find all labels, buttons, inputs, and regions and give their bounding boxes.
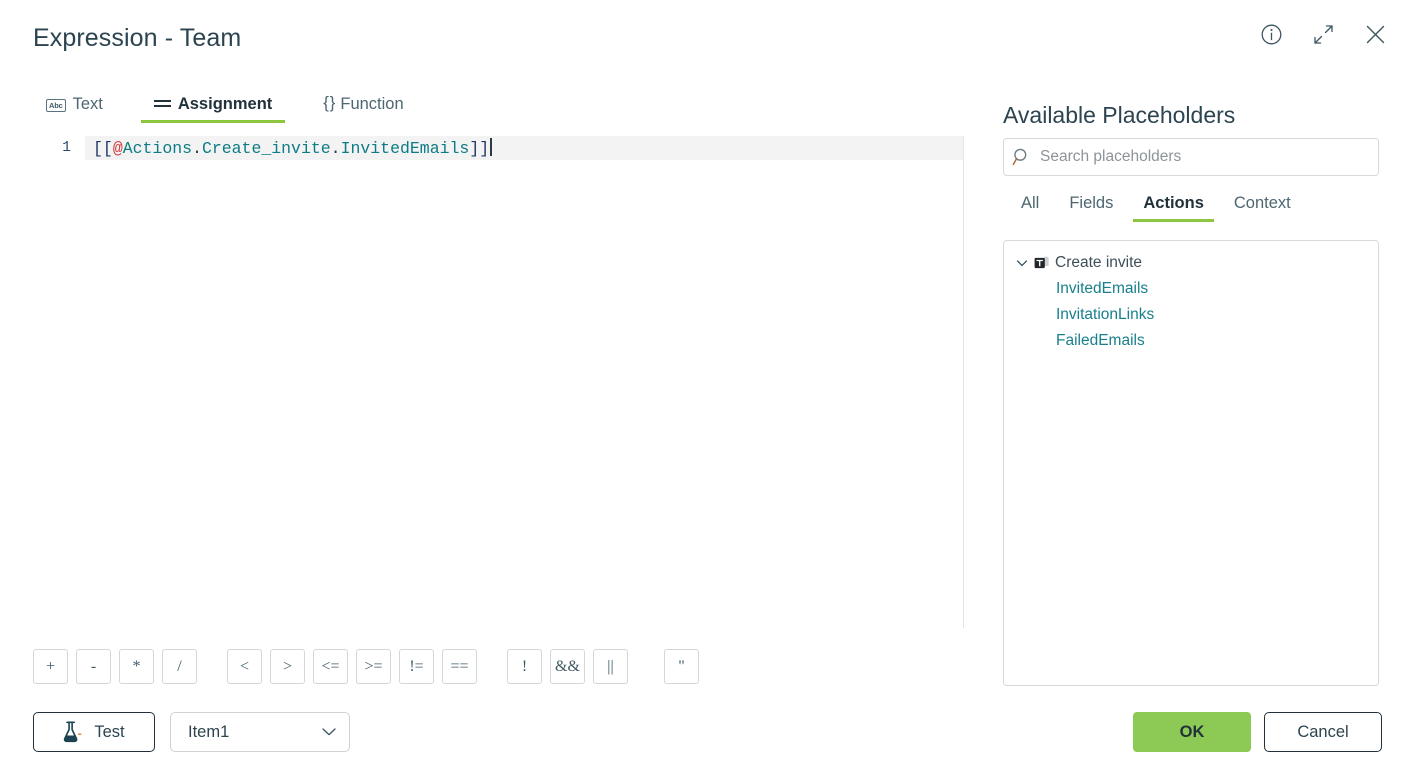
placeholder-search-box[interactable] [1003, 138, 1379, 176]
test-item-select[interactable]: Item1 [170, 712, 350, 752]
test-button[interactable]: Test [33, 712, 155, 752]
placeholder-tree: Create invite InvitedEmails InvitationLi… [1003, 240, 1379, 686]
close-icon[interactable] [1359, 18, 1391, 50]
tree-node-create-invite[interactable]: Create invite [1004, 250, 1378, 276]
dialog-footer-buttons: OK Cancel [1133, 712, 1382, 752]
operator-quote-button[interactable]: " [664, 649, 699, 684]
line-number: 1 [62, 140, 71, 156]
test-button-label: Test [94, 722, 125, 741]
expression-dialog: Expression - Team Abc Text Assignment {… [0, 0, 1411, 774]
operator-group-logical: ! && || [507, 649, 628, 684]
operator-not-button[interactable]: ! [507, 649, 542, 684]
test-controls: Test Item1 [33, 712, 350, 752]
tab-text-label: Text [72, 95, 103, 113]
ok-button[interactable]: OK [1133, 712, 1251, 752]
token-invited-emails: InvitedEmails [340, 139, 470, 158]
operator-or-button[interactable]: || [593, 649, 628, 684]
tab-function[interactable]: { } Function [310, 93, 416, 123]
token-create-invite: Create_invite [201, 139, 331, 158]
tab-actions[interactable]: Actions [1128, 194, 1219, 222]
operator-group-arithmetic: + - * / [33, 649, 197, 684]
operator-not-equal-button[interactable]: != [399, 649, 434, 684]
operator-less-equal-button[interactable]: <= [313, 649, 348, 684]
operator-minus-button[interactable]: - [76, 649, 111, 684]
search-input[interactable] [1040, 148, 1378, 166]
operator-multiply-button[interactable]: * [119, 649, 154, 684]
token-actions: Actions [122, 139, 193, 158]
code-expression: [[@Actions.Create_invite.InvitedEmails]] [93, 138, 492, 158]
tab-fields[interactable]: Fields [1054, 194, 1128, 222]
tab-all[interactable]: All [1003, 194, 1054, 222]
tab-function-label: Function [340, 94, 404, 113]
placeholders-title: Available Placeholders [1003, 102, 1236, 128]
info-icon[interactable] [1255, 18, 1287, 50]
page-title: Expression - Team [33, 24, 242, 52]
operator-divide-button[interactable]: / [162, 649, 197, 684]
teams-icon [1034, 256, 1049, 269]
tab-text[interactable]: Abc Text [33, 95, 116, 123]
abc-icon: Abc [46, 99, 66, 112]
operator-group-comparison: < > <= >= != == [227, 649, 477, 684]
editor-tab-bar: Abc Text Assignment { } Function [33, 93, 417, 123]
operator-less-than-button[interactable]: < [227, 649, 262, 684]
operator-toolbar: + - * / < > <= >= != == ! && || " [33, 649, 699, 684]
operator-plus-button[interactable]: + [33, 649, 68, 684]
text-caret [490, 138, 492, 156]
cancel-button[interactable]: Cancel [1264, 712, 1382, 752]
tree-leaf-invited-emails[interactable]: InvitedEmails [1004, 276, 1378, 302]
chevron-down-icon [322, 728, 336, 736]
flask-icon [64, 721, 82, 743]
operator-and-button[interactable]: && [550, 649, 585, 684]
token-dot-1: . [192, 139, 202, 158]
operator-equal-button[interactable]: == [442, 649, 477, 684]
token-close-bracket: ]] [469, 139, 490, 158]
token-at: @ [112, 139, 123, 158]
test-item-select-value: Item1 [188, 722, 230, 741]
tab-context[interactable]: Context [1219, 194, 1306, 222]
placeholder-tab-bar: All Fields Actions Context [1003, 194, 1306, 222]
operator-group-quote: " [664, 649, 699, 684]
expression-code-editor[interactable]: 1 [[@Actions.Create_invite.InvitedEmails… [33, 136, 964, 628]
dialog-titlebar: Expression - Team [0, 0, 1411, 72]
operator-greater-than-button[interactable]: > [270, 649, 305, 684]
code-content[interactable]: [[@Actions.Create_invite.InvitedEmails]] [85, 136, 963, 160]
tree-leaf-invitation-links[interactable]: InvitationLinks [1004, 302, 1378, 328]
token-open-bracket: [[ [93, 139, 113, 158]
code-line[interactable]: 1 [[@Actions.Create_invite.InvitedEmails… [33, 136, 963, 160]
operator-greater-equal-button[interactable]: >= [356, 649, 391, 684]
search-icon [1004, 147, 1040, 167]
token-dot-2: . [330, 139, 341, 158]
expand-icon[interactable] [1307, 18, 1339, 50]
editor-pane: Abc Text Assignment { } Function 1 [[@Ac… [0, 72, 1000, 774]
tab-assignment-label: Assignment [177, 95, 273, 113]
tree-leaf-failed-emails[interactable]: FailedEmails [1004, 328, 1378, 354]
tree-node-label: Create invite [1055, 254, 1143, 271]
braces-icon: { } [323, 93, 335, 112]
chevron-down-icon[interactable] [1015, 256, 1029, 270]
tab-assignment[interactable]: Assignment [140, 95, 286, 123]
assignment-icon [153, 99, 171, 110]
placeholders-pane: Available Placeholders All Fields Action… [1003, 72, 1383, 774]
window-controls [1255, 18, 1391, 50]
